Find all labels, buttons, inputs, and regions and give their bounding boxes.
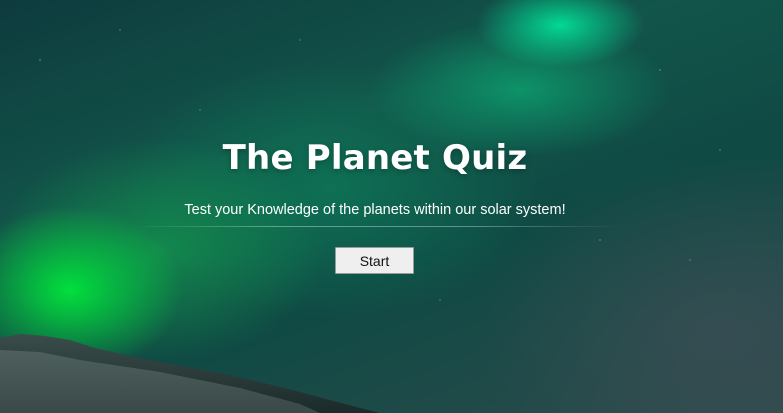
- divider: [130, 226, 620, 227]
- page-subtitle: Test your Knowledge of the planets withi…: [184, 202, 566, 218]
- page-title: The Planet Quiz: [222, 138, 528, 178]
- start-button[interactable]: Start: [335, 247, 414, 274]
- quiz-intro: The Planet Quiz Test your Knowledge of t…: [0, 0, 783, 413]
